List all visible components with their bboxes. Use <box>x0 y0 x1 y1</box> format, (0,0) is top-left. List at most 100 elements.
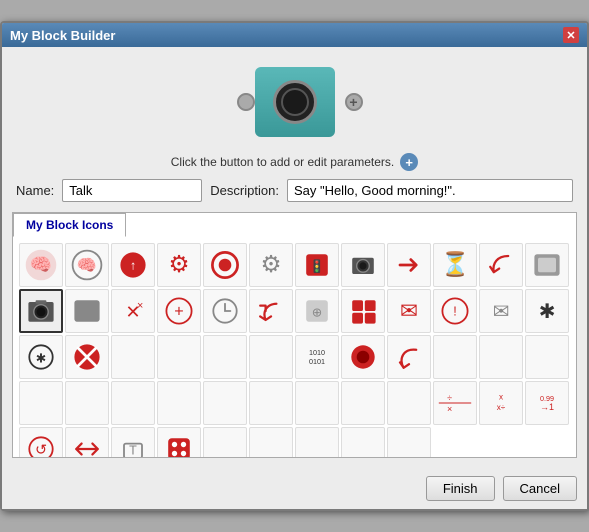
camera-lens <box>273 80 317 124</box>
name-input[interactable] <box>62 179 202 202</box>
svg-text:⊕: ⊕ <box>312 305 323 319</box>
icon-cell-34 <box>479 335 523 379</box>
svg-text:🚦: 🚦 <box>309 258 325 273</box>
icon-cell-20[interactable]: ✉ <box>387 289 431 333</box>
icon-cell-33 <box>433 335 477 379</box>
icon-cell-1[interactable]: 🧠 <box>65 243 109 287</box>
icon-cell-26 <box>111 335 155 379</box>
icon-cell-6[interactable]: 🚦 <box>295 243 339 287</box>
desc-input[interactable] <box>287 179 573 202</box>
icon-cell-24[interactable]: ✱ <box>19 335 63 379</box>
svg-text:×: × <box>137 300 143 312</box>
block-image: + <box>235 57 355 147</box>
icon-cell-46[interactable]: xx÷ <box>479 381 523 425</box>
svg-text:⚙: ⚙ <box>169 251 190 277</box>
icon-cell-14[interactable]: ✕× <box>111 289 155 333</box>
icon-cell-52 <box>203 427 247 457</box>
icon-cell-37 <box>65 381 109 425</box>
block-body <box>255 67 335 137</box>
icon-cell-22[interactable]: ✉ <box>479 289 523 333</box>
svg-text:T: T <box>129 443 137 457</box>
icon-cell-10[interactable] <box>479 243 523 287</box>
hint-text: Click the button to add or edit paramete… <box>171 155 394 169</box>
icon-cell-49[interactable] <box>65 427 109 457</box>
icon-cell-23[interactable]: ✱ <box>525 289 569 333</box>
block-preview: + Click the button to add or edit parame… <box>12 57 577 171</box>
icon-cell-32[interactable] <box>387 335 431 379</box>
form-row: Name: Description: <box>12 179 577 202</box>
svg-text:⏳: ⏳ <box>440 250 469 278</box>
svg-text:✱: ✱ <box>36 351 47 365</box>
close-button[interactable]: ✕ <box>563 27 579 43</box>
footer: Finish Cancel <box>2 468 587 509</box>
finish-button[interactable]: Finish <box>426 476 495 501</box>
icon-cell-35 <box>525 335 569 379</box>
icon-cell-18[interactable]: ⊕ <box>295 289 339 333</box>
icon-cell-21[interactable]: ! <box>433 289 477 333</box>
icon-cell-36 <box>19 381 63 425</box>
icon-cell-19[interactable] <box>341 289 385 333</box>
svg-text:🧠: 🧠 <box>77 256 97 274</box>
icon-cell-40 <box>203 381 247 425</box>
icon-cell-47[interactable]: 0.99→1 <box>525 381 569 425</box>
svg-text:÷: ÷ <box>447 393 452 403</box>
my-block-builder-window: My Block Builder ✕ + Click the <box>0 21 589 511</box>
icon-cell-51[interactable] <box>157 427 201 457</box>
icon-cell-25[interactable] <box>65 335 109 379</box>
add-hint: Click the button to add or edit paramete… <box>171 153 418 171</box>
svg-text:!: ! <box>453 305 457 319</box>
icon-cell-31[interactable] <box>341 335 385 379</box>
svg-text:×: × <box>447 404 452 414</box>
svg-text:🧠: 🧠 <box>30 254 52 274</box>
icon-grid: 🧠🧠↑⚙⚙🚦⏳✕×+⊕✉!✉✱✱10100101÷×xx÷0.99→1↺T <box>13 237 576 457</box>
icon-cell-11[interactable] <box>525 243 569 287</box>
cancel-button[interactable]: Cancel <box>503 476 577 501</box>
icon-cell-38 <box>111 381 155 425</box>
icon-cell-0[interactable]: 🧠 <box>19 243 63 287</box>
icon-cell-16[interactable] <box>203 289 247 333</box>
icon-cell-5[interactable]: ⚙ <box>249 243 293 287</box>
icon-cell-50[interactable]: T <box>111 427 155 457</box>
left-peg <box>237 93 255 111</box>
icon-cell-7[interactable] <box>341 243 385 287</box>
tab-section: My Block Icons 🧠 🧠 ↑ ⚙ ⚙ 🚦 ⏳ ✕× + ⊕ ✉! ✉ ✱ ✱ 10100101 ÷… <box>12 212 577 458</box>
icon-cell-55 <box>341 427 385 457</box>
icon-cell-48[interactable]: ↺ <box>19 427 63 457</box>
icon-cell-9[interactable]: ⏳ <box>433 243 477 287</box>
window-title: My Block Builder <box>10 28 115 43</box>
tab-my-block-icons[interactable]: My Block Icons <box>13 213 126 237</box>
icon-cell-8[interactable] <box>387 243 431 287</box>
icon-cell-43 <box>341 381 385 425</box>
icon-cell-12[interactable] <box>19 289 63 333</box>
icon-cell-29 <box>249 335 293 379</box>
svg-text:+: + <box>174 302 183 320</box>
icon-cell-30[interactable]: 10100101 <box>295 335 339 379</box>
icon-cell-56 <box>387 427 431 457</box>
icon-cell-54 <box>295 427 339 457</box>
icon-cell-53 <box>249 427 293 457</box>
tab-header: My Block Icons <box>13 213 576 237</box>
svg-text:↑: ↑ <box>130 259 136 273</box>
icon-cell-44 <box>387 381 431 425</box>
icon-cell-17[interactable] <box>249 289 293 333</box>
svg-text:0101: 0101 <box>309 357 325 366</box>
icon-cell-41 <box>249 381 293 425</box>
icon-cell-4[interactable] <box>203 243 247 287</box>
icon-cell-27 <box>157 335 201 379</box>
icon-cell-15[interactable]: + <box>157 289 201 333</box>
svg-text:✉: ✉ <box>400 298 418 323</box>
svg-text:✱: ✱ <box>539 301 556 323</box>
plus-icon: + <box>349 94 357 110</box>
icon-cell-13[interactable] <box>65 289 109 333</box>
icon-cell-39 <box>157 381 201 425</box>
svg-text:↺: ↺ <box>35 442 47 457</box>
camera-inner <box>281 88 309 116</box>
icon-cell-2[interactable]: ↑ <box>111 243 155 287</box>
content-area: + Click the button to add or edit parame… <box>2 47 587 468</box>
icon-cell-45[interactable]: ÷× <box>433 381 477 425</box>
name-label: Name: <box>16 183 54 198</box>
add-param-button[interactable]: + <box>400 153 418 171</box>
svg-text:→1: →1 <box>540 402 554 412</box>
icon-cell-3[interactable]: ⚙ <box>157 243 201 287</box>
title-bar: My Block Builder ✕ <box>2 23 587 47</box>
